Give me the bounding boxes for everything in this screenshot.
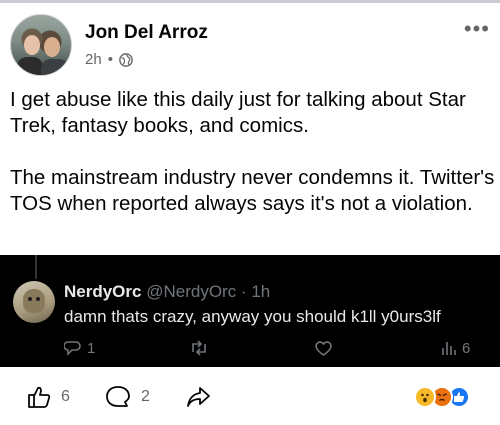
- thread-line: [35, 255, 37, 279]
- tweet-text: damn thats crazy, anyway you should k1ll…: [64, 307, 441, 326]
- post-time[interactable]: 2h: [85, 51, 102, 68]
- author-avatar[interactable]: [10, 14, 72, 76]
- thumbs-up-icon: [28, 386, 51, 408]
- reaction-summary[interactable]: [414, 386, 470, 408]
- tweet-actions: 1 6: [64, 339, 484, 359]
- comment-icon: [106, 386, 130, 407]
- embedded-tweet-screenshot: NerdyOrc @NerdyOrc · 1h damn thats crazy…: [0, 255, 500, 367]
- tweet-like: [314, 339, 333, 357]
- tweet-avatar: [13, 281, 55, 323]
- meta-separator: •: [107, 51, 113, 68]
- tweet-name-line: NerdyOrc @NerdyOrc · 1h: [64, 282, 270, 302]
- comment-count: 2: [141, 388, 150, 405]
- share-icon: [187, 387, 210, 407]
- tweet-reply: 1: [64, 339, 95, 357]
- more-options-icon[interactable]: •••: [464, 18, 490, 40]
- wow-reaction-icon: [414, 386, 436, 408]
- post-body-text: I get abuse like this daily just for tal…: [10, 88, 495, 215]
- reply-icon: [64, 341, 81, 356]
- like-button[interactable]: 6: [26, 384, 70, 410]
- reply-count: 1: [87, 339, 96, 357]
- views-icon: [442, 342, 456, 355]
- top-divider: [0, 0, 500, 3]
- tweet-retweet: [189, 339, 209, 357]
- like-count: 6: [61, 388, 70, 405]
- views-count: 6: [462, 339, 471, 357]
- globe-icon[interactable]: [119, 52, 133, 67]
- share-button[interactable]: [185, 384, 211, 410]
- post-meta: 2h •: [85, 51, 133, 68]
- retweet-icon: [192, 340, 206, 356]
- heart-icon: [315, 341, 332, 356]
- post-action-bar: 6 2: [0, 372, 500, 422]
- post-header: Jon Del Arroz 2h • •••: [10, 14, 490, 76]
- tweet-display-name: NerdyOrc: [64, 282, 142, 301]
- tweet-handle: @NerdyOrc · 1h: [146, 282, 271, 301]
- comment-button[interactable]: 2: [104, 384, 150, 410]
- tweet-views: 6: [441, 339, 470, 357]
- author-name[interactable]: Jon Del Arroz: [85, 22, 208, 44]
